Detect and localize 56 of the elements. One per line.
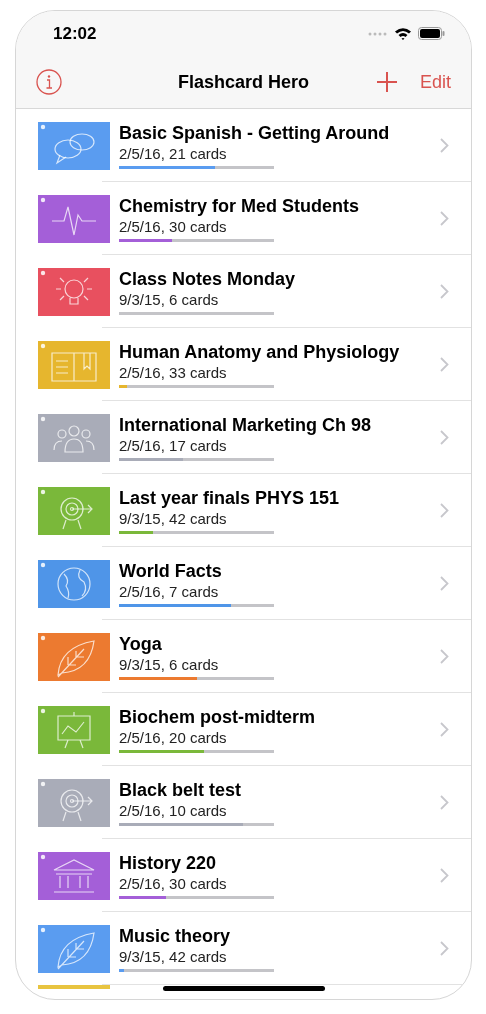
deck-row[interactable]: Class Notes Monday 9/3/15, 6 cards [16,255,471,328]
info-icon[interactable] [36,69,62,95]
chevron-icon [440,722,449,737]
deck-subtitle: 2/5/16, 33 cards [119,363,228,382]
deck-title: Chemistry for Med Students [119,195,361,217]
chevron-icon [440,649,449,664]
chevron-icon [440,795,449,810]
deck-subtitle: 9/3/15, 42 cards [119,509,228,528]
chevron-icon [440,357,449,372]
deck-row[interactable]: History 220 2/5/16, 30 cards [16,839,471,912]
deck-subtitle: 2/5/16, 30 cards [119,874,228,893]
chevron-icon [440,284,449,299]
battery-icon [418,27,445,40]
deck-row[interactable]: Last year finals PHYS 151 9/3/15, 42 cards [16,474,471,547]
deck-row[interactable]: Human Anatomy and Physiology 2/5/16, 33 cards [16,328,471,401]
chevron-icon [440,503,449,518]
deck-subtitle: 9/3/15, 6 cards [119,655,220,674]
chevron-icon [440,138,449,153]
edit-button[interactable]: Edit [419,68,451,96]
deck-title: Music theory [119,925,232,947]
deck-subtitle: 2/5/16, 10 cards [119,801,228,820]
wifi-icon [394,27,412,40]
chevron-icon [440,941,449,956]
deck-subtitle: 9/3/15, 42 cards [119,947,228,966]
deck-title: Basic Spanish - Getting Around [119,122,391,144]
deck-row[interactable]: Yoga 9/3/15, 6 cards [16,620,471,693]
status-time: 12:02 [53,22,97,45]
deck-subtitle: 2/5/16, 21 cards [119,144,228,163]
deck-row[interactable]: Black belt test 2/5/16, 10 cards [16,766,471,839]
nav-title: Flashcard Hero [178,70,309,94]
signal-dots-icon [368,31,388,36]
add-icon[interactable] [375,71,398,93]
deck-title: Black belt test [119,779,243,801]
deck-subtitle: 2/5/16, 30 cards [119,217,228,236]
deck-row[interactable]: Biochem post-midterm 2/5/16, 20 cards [16,693,471,766]
deck-title: History 220 [119,852,218,874]
deck-title: Yoga [119,633,163,655]
deck-title: Human Anatomy and Physiology [119,341,401,363]
deck-row[interactable]: Chemistry for Med Students 2/5/16, 30 cards [16,182,471,255]
deck-row[interactable]: Basic Spanish - Getting Around 2/5/16, 21 cards [16,109,471,182]
deck-subtitle: 2/5/16, 7 cards [119,582,220,601]
deck-subtitle: 9/3/15, 6 cards [119,290,220,309]
deck-subtitle: 2/5/16, 17 cards [119,436,228,455]
deck-title: Class Notes Monday [119,268,297,290]
deck-title: International Marketing Ch 98 [119,414,373,436]
chevron-icon [440,211,449,226]
deck-row[interactable]: International Marketing Ch 98 2/5/16, 17 cards [16,401,471,474]
deck-row[interactable]: Music theory 9/3/15, 42 cards [16,912,471,985]
chevron-icon [440,576,449,591]
chevron-icon [440,868,449,883]
deck-subtitle: 2/5/16, 20 cards [119,728,228,747]
deck-title: Biochem post-midterm [119,706,317,728]
deck-title: Last year finals PHYS 151 [119,487,341,509]
deck-row[interactable]: World Facts 2/5/16, 7 cards [16,547,471,620]
chevron-icon [440,430,449,445]
deck-title: World Facts [119,560,223,582]
